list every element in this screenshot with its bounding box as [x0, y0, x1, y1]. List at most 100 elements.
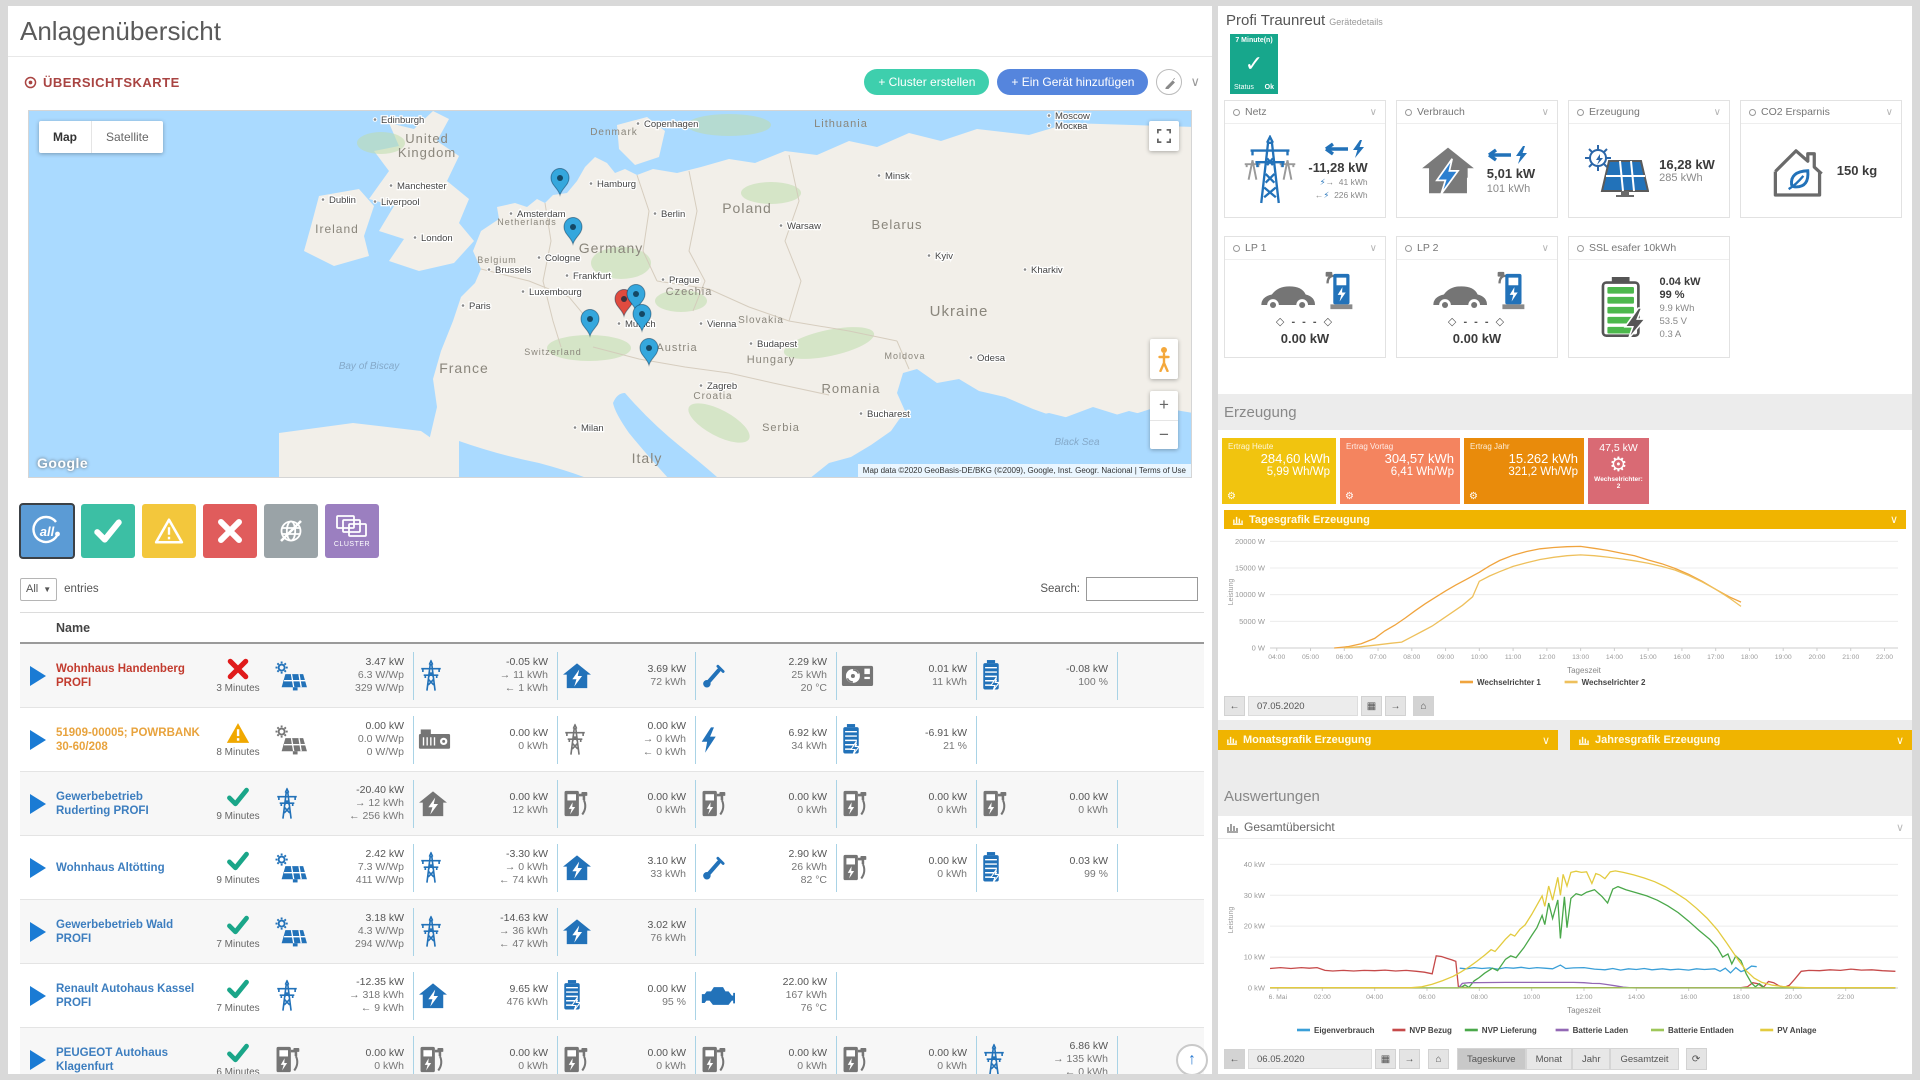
card-lp-2[interactable]: LP 2∨ ◇ - - - ◇ 0.00 kW	[1396, 236, 1558, 358]
solar-icon	[274, 917, 308, 947]
monatsgrafik-bar[interactable]: Monatsgrafik Erzeugung∨	[1218, 730, 1558, 750]
create-cluster-button[interactable]: + Cluster erstellen	[864, 69, 989, 95]
metric-values: 0.00 kW0 kWh	[731, 791, 827, 817]
eco-house-icon	[1765, 142, 1827, 198]
device-name-link[interactable]: PEUGEOT Autohaus Klagenfurt	[56, 1046, 206, 1074]
refresh-button[interactable]: ⟳	[1686, 1048, 1707, 1070]
stat-box-2: Ertrag Vortag 304,57 kWh 6,41 Wh/Wp ⚙	[1340, 438, 1460, 504]
next-day-button[interactable]: →	[1385, 696, 1406, 716]
card-ssl-esafer-10kwh[interactable]: SSL esafer 10kWh 0.04 kW 99 % 9.9 kWh 53…	[1568, 236, 1730, 358]
search-input[interactable]	[1086, 577, 1198, 601]
device-name-link[interactable]: Renault Autohaus Kassel PROFI	[56, 982, 206, 1010]
device-name-link[interactable]: Wohnhaus Altötting	[56, 861, 206, 875]
country-label: Moldova	[884, 351, 925, 361]
city-label: Bucharest	[867, 409, 910, 420]
chevron-down-icon[interactable]: ∨	[1886, 107, 1893, 118]
name-column-header[interactable]: Name	[56, 621, 206, 635]
status-age: 7 Minutes	[216, 1003, 259, 1014]
battery-soc: 99 %	[1660, 289, 1701, 302]
gesamtuebersicht-bar[interactable]: Gesamtübersicht∨	[1218, 816, 1912, 839]
card-verbrauch[interactable]: Verbrauch∨ 5,01 kW 101 kWh	[1396, 100, 1558, 218]
filter-ok-button[interactable]	[81, 504, 135, 558]
svg-text:Batterie Entladen: Batterie Entladen	[1668, 1026, 1734, 1035]
device-name-link[interactable]: Wohnhaus Handenberg PROFI	[56, 662, 206, 690]
filter-error-button[interactable]	[203, 504, 257, 558]
overview-map[interactable]: UnitedKingdomIrelandFranceGermanyPolandB…	[28, 110, 1192, 478]
zoom-in-button[interactable]: +	[1150, 391, 1178, 421]
filter-warning-button[interactable]	[142, 504, 196, 558]
edit-button[interactable]	[1156, 69, 1182, 95]
tab-monat[interactable]: Monat	[1526, 1048, 1572, 1070]
play-button[interactable]	[30, 794, 46, 814]
play-button[interactable]	[30, 730, 46, 750]
jahresgrafik-bar[interactable]: Jahresgrafik Erzeugung∨	[1570, 730, 1912, 750]
entries-select[interactable]: All▼	[20, 578, 57, 601]
status-tile[interactable]: 7 Minute(n) ✓ Status Ok	[1230, 34, 1278, 94]
metric-cell: 0.00 kW0 kWh	[270, 1036, 414, 1075]
prev-day-button[interactable]: ←	[1224, 1049, 1245, 1069]
chevron-down-icon[interactable]: ∨	[1896, 734, 1904, 747]
filter-cluster-button[interactable]: CLUSTER	[325, 504, 379, 558]
city-label: Paris	[469, 301, 491, 312]
play-button[interactable]	[30, 1050, 46, 1070]
play-button[interactable]	[30, 858, 46, 878]
card-body: 0.04 kW 99 % 9.9 kWh 53.5 V 0.3 A	[1569, 260, 1729, 356]
play-button[interactable]	[30, 986, 46, 1006]
home-button[interactable]: ⌂	[1413, 696, 1434, 716]
chevron-down-icon[interactable]: ∨	[1370, 243, 1377, 254]
fullscreen-button[interactable]	[1149, 121, 1179, 151]
chevron-down-icon[interactable]: ∨	[1896, 821, 1904, 834]
pegman-control[interactable]	[1150, 339, 1178, 379]
satellite-button[interactable]: Satellite	[91, 121, 163, 153]
chevron-down-icon[interactable]: ∨	[1542, 243, 1549, 254]
card-erzeugung[interactable]: Erzeugung∨ 16,28 kW 285 kWh	[1568, 100, 1730, 218]
sea-label: Black Sea	[1054, 437, 1099, 448]
calendar-icon[interactable]: ▦	[1375, 1049, 1396, 1069]
play-button[interactable]	[30, 666, 46, 686]
prev-day-button[interactable]: ←	[1224, 696, 1245, 716]
tab-tageskurve[interactable]: Tageskurve	[1457, 1048, 1526, 1070]
map-zoom-control[interactable]: + −	[1150, 391, 1178, 449]
scroll-top-button[interactable]: ↑	[1176, 1044, 1208, 1074]
filter-offline-button[interactable]	[264, 504, 318, 558]
charge-flow: ◇ - - - ◇	[1448, 315, 1506, 328]
status-age: 7 Minute(n)	[1234, 37, 1274, 44]
chevron-down-icon[interactable]: ∨	[1890, 513, 1898, 526]
device-name-link[interactable]: 51909-00005; POWRBANK 30-60/208	[56, 726, 206, 754]
tagesgrafik-bar[interactable]: Tagesgrafik Erzeugung∨	[1224, 510, 1906, 529]
date-field[interactable]: 06.05.2020	[1248, 1049, 1372, 1069]
tab-jahr[interactable]: Jahr	[1572, 1048, 1610, 1070]
chevron-down-icon[interactable]: ∨	[1714, 107, 1721, 118]
next-day-button[interactable]: →	[1399, 1049, 1420, 1069]
add-device-button[interactable]: + Ein Gerät hinzufügen	[997, 69, 1148, 95]
map-type-control[interactable]: Map Satellite	[39, 121, 163, 153]
device-name-link[interactable]: Gewerbebetrieb Wald PROFI	[56, 918, 206, 946]
city-label: Hamburg	[597, 179, 636, 190]
tab-gesamtzeit[interactable]: Gesamtzeit	[1610, 1048, 1678, 1070]
country-label: Germany	[579, 240, 644, 256]
collapse-chevron[interactable]: ∨	[1190, 74, 1200, 90]
map-button[interactable]: Map	[39, 121, 91, 153]
home-button[interactable]: ⌂	[1428, 1049, 1449, 1069]
card-header: LP 2∨	[1397, 237, 1557, 260]
chevron-down-icon[interactable]: ∨	[1370, 107, 1377, 118]
chevron-down-icon[interactable]: ∨	[1542, 734, 1550, 747]
europe-map[interactable]: UnitedKingdomIrelandFranceGermanyPolandB…	[29, 111, 1192, 478]
chevron-down-icon[interactable]: ∨	[1542, 107, 1549, 118]
zoom-out-button[interactable]: −	[1150, 421, 1178, 450]
batt-icon	[981, 660, 1001, 691]
svg-text:02:00: 02:00	[1314, 994, 1331, 1001]
device-name-link[interactable]: Gewerbebetrieb Ruderting PROFI	[56, 790, 206, 818]
table-row: Wohnhaus Handenberg PROFI3 Minutes3.47 k…	[20, 644, 1204, 708]
calendar-icon[interactable]: ▦	[1361, 696, 1382, 716]
card-lp-1[interactable]: LP 1∨ ◇ - - - ◇ 0.00 kW	[1224, 236, 1386, 358]
metric-values: 3.18 kW4.3 W/Wp294 W/Wp	[312, 912, 404, 951]
card-netz[interactable]: Netz∨ -11,28 kW ⚡→ 41 kWh ←⚡ 226 kWh	[1224, 100, 1386, 218]
svg-text:11:00: 11:00	[1505, 654, 1522, 661]
stat-value: 304,57 kWh	[1346, 451, 1454, 466]
play-button[interactable]	[30, 922, 46, 942]
status-cell: 9 Minutes	[206, 785, 270, 822]
card-co2-ersparnis[interactable]: CO2 Ersparnis∨ 150 kg	[1740, 100, 1902, 218]
date-field[interactable]: 07.05.2020	[1248, 696, 1358, 716]
filter-all-button[interactable]: all	[20, 504, 74, 558]
